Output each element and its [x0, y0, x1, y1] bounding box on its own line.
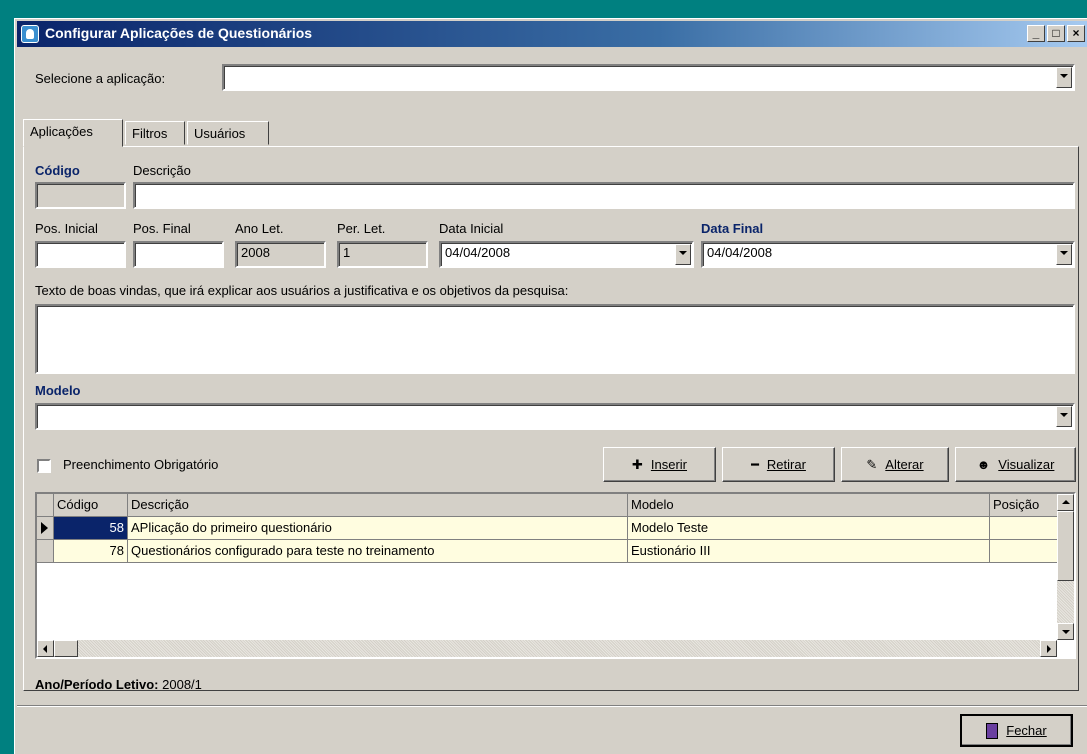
data-inicial-dropdown[interactable]: 04/04/2008	[439, 241, 694, 268]
applications-grid[interactable]: Código Descrição Modelo Posição 58 APlic…	[35, 492, 1076, 659]
table-row-cell-codigo[interactable]: 78	[54, 540, 128, 563]
inserir-label: Inserir	[650, 457, 688, 472]
inserir-button[interactable]: ✚ Inserir	[603, 447, 716, 482]
scroll-right-icon[interactable]	[1040, 640, 1057, 657]
alterar-button[interactable]: ✎ Alterar	[841, 447, 949, 482]
select-app-dropdown[interactable]	[222, 64, 1075, 91]
minimize-button[interactable]: _	[1027, 25, 1045, 42]
pos-final-label: Pos. Final	[133, 221, 191, 236]
tab-aplicacoes[interactable]: Aplicações	[23, 119, 123, 147]
visualizar-label: Visualizar	[998, 457, 1055, 472]
per-let-field: 1	[337, 241, 428, 268]
texto-label: Texto de boas vindas, que irá explicar a…	[35, 283, 569, 298]
scroll-thumb[interactable]	[1057, 511, 1074, 581]
data-inicial-value: 04/04/2008	[445, 245, 511, 260]
ano-let-label: Ano Let.	[235, 221, 284, 236]
grid-header-codigo[interactable]: Código	[54, 494, 128, 517]
scroll-up-icon[interactable]	[1057, 494, 1074, 511]
pos-inicial-field[interactable]	[35, 241, 126, 268]
scroll-down-icon[interactable]	[1057, 623, 1074, 640]
visualizar-button[interactable]: ☻ Visualizar	[955, 447, 1076, 482]
chevron-down-icon[interactable]	[1056, 406, 1072, 427]
periodo-label: Ano/Período Letivo:	[35, 677, 159, 692]
descricao-label: Descrição	[133, 163, 191, 178]
main-window: Configurar Aplicações de Questionários _…	[14, 18, 1087, 754]
horizontal-scrollbar[interactable]	[37, 640, 1057, 657]
divider	[17, 705, 1087, 707]
close-button[interactable]: ×	[1067, 25, 1085, 42]
app-icon	[21, 25, 39, 43]
minus-icon: ━	[751, 456, 759, 472]
door-exit-icon	[986, 722, 999, 739]
fechar-label: Fechar	[1006, 723, 1047, 738]
table-row-cell-codigo[interactable]: 58	[54, 517, 128, 540]
data-final-value: 04/04/2008	[707, 245, 773, 260]
periodo-letivo: Ano/Período Letivo: 2008/1	[35, 677, 202, 692]
maximize-button[interactable]: □	[1047, 25, 1065, 42]
scroll-left-icon[interactable]	[37, 640, 54, 657]
chevron-down-icon[interactable]	[1056, 244, 1072, 265]
retirar-button[interactable]: ━ Retirar	[722, 447, 835, 482]
table-row-cell-modelo[interactable]: Modelo Teste	[628, 517, 990, 540]
select-app-label: Selecione a aplicação:	[35, 71, 166, 86]
periodo-value: 2008/1	[162, 677, 202, 692]
descricao-field[interactable]	[133, 182, 1075, 209]
tab-usuarios[interactable]: Usuários	[187, 121, 269, 145]
window-title: Configurar Aplicações de Questionários	[45, 25, 313, 41]
codigo-label: Código	[35, 163, 80, 178]
chevron-down-icon[interactable]	[1056, 67, 1072, 88]
person-icon: ☻	[976, 457, 991, 472]
grid-header-indicator	[37, 494, 54, 517]
plus-icon: ✚	[631, 456, 643, 472]
table-row-cell-posicao[interactable]	[990, 517, 1059, 540]
data-final-label: Data Final	[701, 221, 764, 236]
edit-document-icon: ✎	[866, 456, 878, 472]
per-let-label: Per. Let.	[337, 221, 386, 236]
pos-final-field[interactable]	[133, 241, 224, 268]
alterar-label: Alterar	[885, 457, 924, 472]
preenchimento-checkbox[interactable]	[37, 459, 51, 473]
grid-header-modelo[interactable]: Modelo	[628, 494, 990, 517]
retirar-label: Retirar	[766, 457, 806, 472]
modelo-label: Modelo	[35, 383, 81, 398]
row-indicator-icon[interactable]	[37, 517, 54, 540]
fechar-button[interactable]: Fechar	[960, 714, 1073, 747]
title-bar: Configurar Aplicações de Questionários _…	[17, 21, 1087, 47]
codigo-field[interactable]	[35, 182, 126, 209]
table-row-cell-descricao[interactable]: APlicação do primeiro questionário	[128, 517, 628, 540]
tab-filtros[interactable]: Filtros	[125, 121, 185, 145]
vertical-scrollbar[interactable]	[1057, 494, 1074, 640]
table-row-cell-posicao[interactable]	[990, 540, 1059, 563]
data-final-dropdown[interactable]: 04/04/2008	[701, 241, 1075, 268]
pos-inicial-label: Pos. Inicial	[35, 221, 98, 236]
data-inicial-label: Data Inicial	[439, 221, 504, 236]
scroll-thumb-horizontal[interactable]	[54, 640, 78, 657]
preenchimento-label: Preenchimento Obrigatório	[63, 457, 219, 472]
chevron-down-icon[interactable]	[675, 244, 691, 265]
grid-header-descricao[interactable]: Descrição	[128, 494, 628, 517]
texto-textarea[interactable]	[35, 304, 1075, 374]
row-indicator[interactable]	[37, 540, 54, 563]
grid-header-posicao[interactable]: Posição	[990, 494, 1059, 517]
modelo-dropdown[interactable]	[35, 403, 1075, 430]
table-row-cell-descricao[interactable]: Questionários configurado para teste no …	[128, 540, 628, 563]
table-row-cell-modelo[interactable]: Eustionário III	[628, 540, 990, 563]
ano-let-field: 2008	[235, 241, 326, 268]
